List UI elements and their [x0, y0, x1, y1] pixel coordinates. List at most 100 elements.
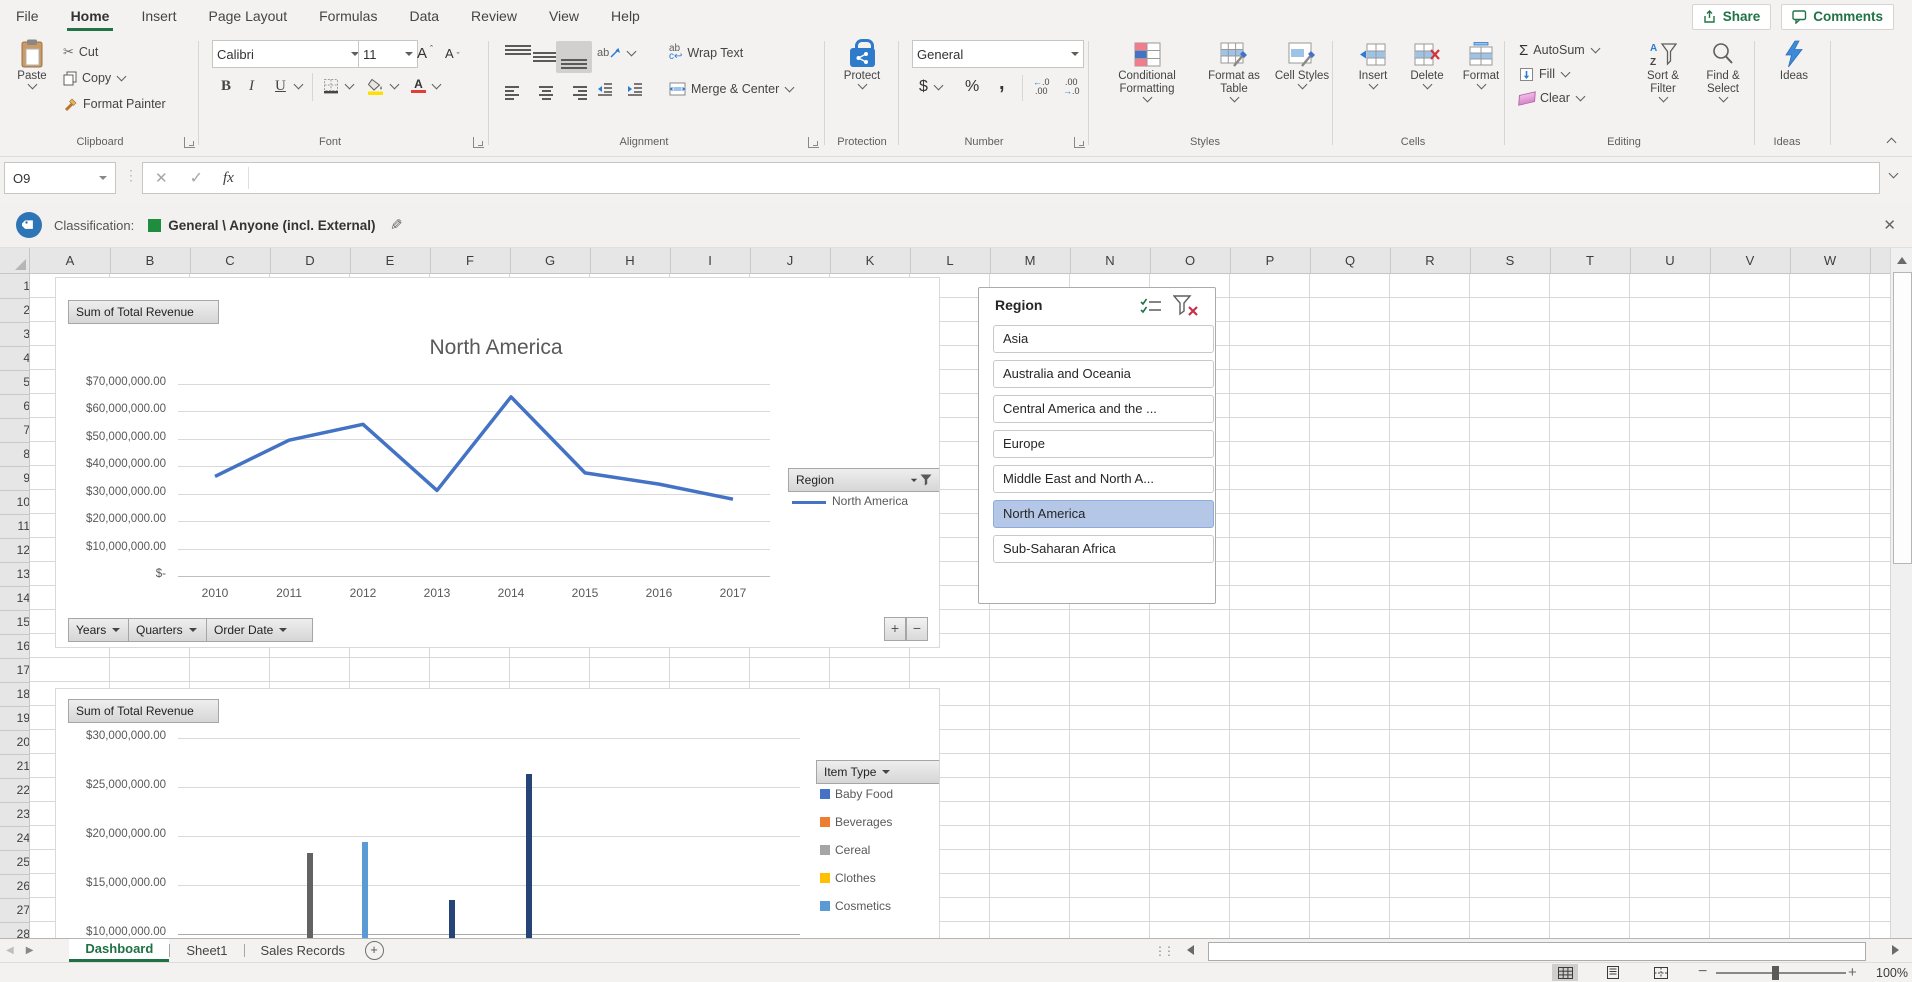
font-name-combo[interactable]: Calibri	[212, 40, 364, 68]
column-header-Q[interactable]: Q	[1310, 248, 1391, 274]
column-header-I[interactable]: I	[670, 248, 751, 274]
share-button[interactable]: Share	[1692, 4, 1772, 30]
row-header-16[interactable]: 16	[0, 634, 30, 659]
legend-field-button-region[interactable]: Region	[788, 468, 940, 492]
number-dialog-launcher[interactable]	[1074, 137, 1085, 148]
expand-formula-bar-chevron[interactable]	[1889, 169, 1899, 179]
revenue-bar-3[interactable]	[449, 900, 455, 942]
ribbon-tab-help[interactable]: Help	[595, 0, 656, 33]
row-header-24[interactable]: 24	[0, 826, 30, 851]
column-header-K[interactable]: K	[830, 248, 911, 274]
conditional-formatting-button[interactable]: Conditional Formatting	[1100, 33, 1194, 103]
column-header-B[interactable]: B	[110, 248, 191, 274]
column-header-W[interactable]: W	[1790, 248, 1871, 274]
insert-cells-button[interactable]: Insert	[1348, 33, 1398, 90]
row-header-6[interactable]: 6	[0, 394, 30, 419]
format-painter-button[interactable]: Format Painter	[60, 92, 169, 116]
zoom-out-button[interactable]: −	[1698, 963, 1707, 981]
sheet-nav-left-arrow[interactable]: ◀	[0, 939, 20, 962]
column-header-J[interactable]: J	[750, 248, 831, 274]
tabstrip-splitter-handle[interactable]: ⋮⋮	[1154, 944, 1182, 958]
zoom-slider-thumb[interactable]	[1772, 966, 1779, 980]
align-right-button[interactable]	[556, 77, 592, 109]
ribbon-tab-file[interactable]: File	[0, 0, 55, 33]
column-header-E[interactable]: E	[350, 248, 431, 274]
revenue-bar-4[interactable]	[526, 774, 532, 942]
row-header-7[interactable]: 7	[0, 418, 30, 443]
bar-chart[interactable]: Sum of Total Revenue Item Type Baby Food…	[55, 688, 940, 942]
horizontal-scroll-thumb[interactable]	[1208, 942, 1866, 961]
drill-down-plus-button[interactable]: +	[884, 617, 906, 641]
formula-bar-drag-handle[interactable]: ⋮	[124, 167, 136, 184]
axis-field-button-quarters[interactable]: Quarters	[128, 618, 216, 642]
zoom-level[interactable]: 100%	[1866, 966, 1908, 980]
decrease-indent-button[interactable]	[594, 77, 616, 101]
slicer-item-europe[interactable]: Europe	[993, 430, 1214, 458]
accounting-format-button[interactable]: $	[916, 75, 946, 99]
column-header-V[interactable]: V	[1710, 248, 1791, 274]
decrease-decimal-button[interactable]: .00→.0	[1060, 75, 1083, 99]
fill-button[interactable]: Fill	[1516, 62, 1573, 86]
value-field-button-2[interactable]: Sum of Total Revenue	[68, 699, 219, 723]
increase-decimal-button[interactable]: ←.0.00	[1030, 75, 1053, 99]
align-bottom-button[interactable]	[556, 41, 592, 73]
delete-cells-button[interactable]: Delete	[1402, 33, 1452, 90]
revenue-bar-2[interactable]	[362, 842, 368, 942]
axis-field-button-order-date[interactable]: Order Date	[206, 618, 313, 642]
value-field-button[interactable]: Sum of Total Revenue	[68, 300, 219, 324]
number-format-combo[interactable]: General	[912, 40, 1084, 68]
vertical-scroll-thumb[interactable]	[1893, 272, 1912, 564]
column-header-D[interactable]: D	[270, 248, 351, 274]
column-header-G[interactable]: G	[510, 248, 591, 274]
orientation-button[interactable]: ab	[594, 41, 639, 65]
column-header-O[interactable]: O	[1150, 248, 1231, 274]
normal-view-button[interactable]	[1552, 964, 1578, 981]
edit-classification-pencil-icon[interactable]: ✎	[390, 216, 403, 234]
drill-up-minus-button[interactable]: −	[906, 617, 928, 641]
sheet-tab-sales-records[interactable]: Sales Records	[245, 939, 362, 962]
slicer-item-north-america[interactable]: North America	[993, 500, 1214, 528]
cut-button[interactable]: ✂Cut	[60, 40, 101, 64]
row-header-1[interactable]: 1	[0, 274, 30, 299]
row-header-9[interactable]: 9	[0, 466, 30, 491]
sheet-tab-sheet1[interactable]: Sheet1	[170, 939, 243, 962]
paste-button[interactable]: Paste	[8, 33, 56, 90]
ribbon-tab-home[interactable]: Home	[55, 0, 126, 33]
find-select-button[interactable]: Find & Select	[1694, 33, 1752, 103]
format-as-table-button[interactable]: Format as Table	[1198, 33, 1270, 103]
row-header-28[interactable]: 28	[0, 922, 30, 938]
region-slicer[interactable]: Region AsiaAustralia and OceaniaCentral …	[978, 287, 1216, 604]
row-headers[interactable]: 1234567891011121314151617181920212223242…	[0, 274, 30, 938]
row-header-3[interactable]: 3	[0, 322, 30, 347]
bold-button[interactable]: B	[218, 74, 234, 98]
row-header-27[interactable]: 27	[0, 898, 30, 923]
column-header-M[interactable]: M	[990, 248, 1071, 274]
row-header-11[interactable]: 11	[0, 514, 30, 539]
clipboard-dialog-launcher[interactable]	[184, 137, 195, 148]
slicer-item-middle-east-and-north-a[interactable]: Middle East and North A...	[993, 465, 1214, 493]
row-header-10[interactable]: 10	[0, 490, 30, 515]
row-header-8[interactable]: 8	[0, 442, 30, 467]
scroll-left-arrow[interactable]	[1182, 945, 1194, 955]
zoom-in-button[interactable]: +	[1848, 964, 1857, 981]
name-box[interactable]: O9	[4, 162, 116, 194]
sort-filter-button[interactable]: AZ Sort & Filter	[1634, 33, 1692, 103]
chart-title[interactable]: North America	[429, 336, 562, 360]
column-header-L[interactable]: L	[910, 248, 991, 274]
percent-style-button[interactable]: %	[962, 75, 982, 99]
scroll-right-arrow[interactable]	[1892, 945, 1904, 955]
close-classification-bar-icon[interactable]: ✕	[1883, 216, 1896, 234]
legend-field-button-item-type[interactable]: Item Type	[816, 760, 940, 784]
column-header-A[interactable]: A	[30, 248, 111, 274]
line-chart[interactable]: Sum of Total Revenue North America Regio…	[55, 277, 940, 648]
horizontal-scrollbar[interactable]	[1182, 939, 1912, 963]
row-header-23[interactable]: 23	[0, 802, 30, 827]
font-size-combo[interactable]: 11	[358, 40, 418, 68]
slicer-multiselect-icon[interactable]	[1137, 295, 1165, 317]
increase-font-size-button[interactable]: Aˆ	[414, 41, 436, 65]
column-header-T[interactable]: T	[1550, 248, 1631, 274]
row-header-2[interactable]: 2	[0, 298, 30, 323]
decrease-font-size-button[interactable]: Aˇ	[442, 41, 463, 65]
cancel-icon[interactable]: ✕	[143, 169, 180, 187]
column-header-F[interactable]: F	[430, 248, 511, 274]
